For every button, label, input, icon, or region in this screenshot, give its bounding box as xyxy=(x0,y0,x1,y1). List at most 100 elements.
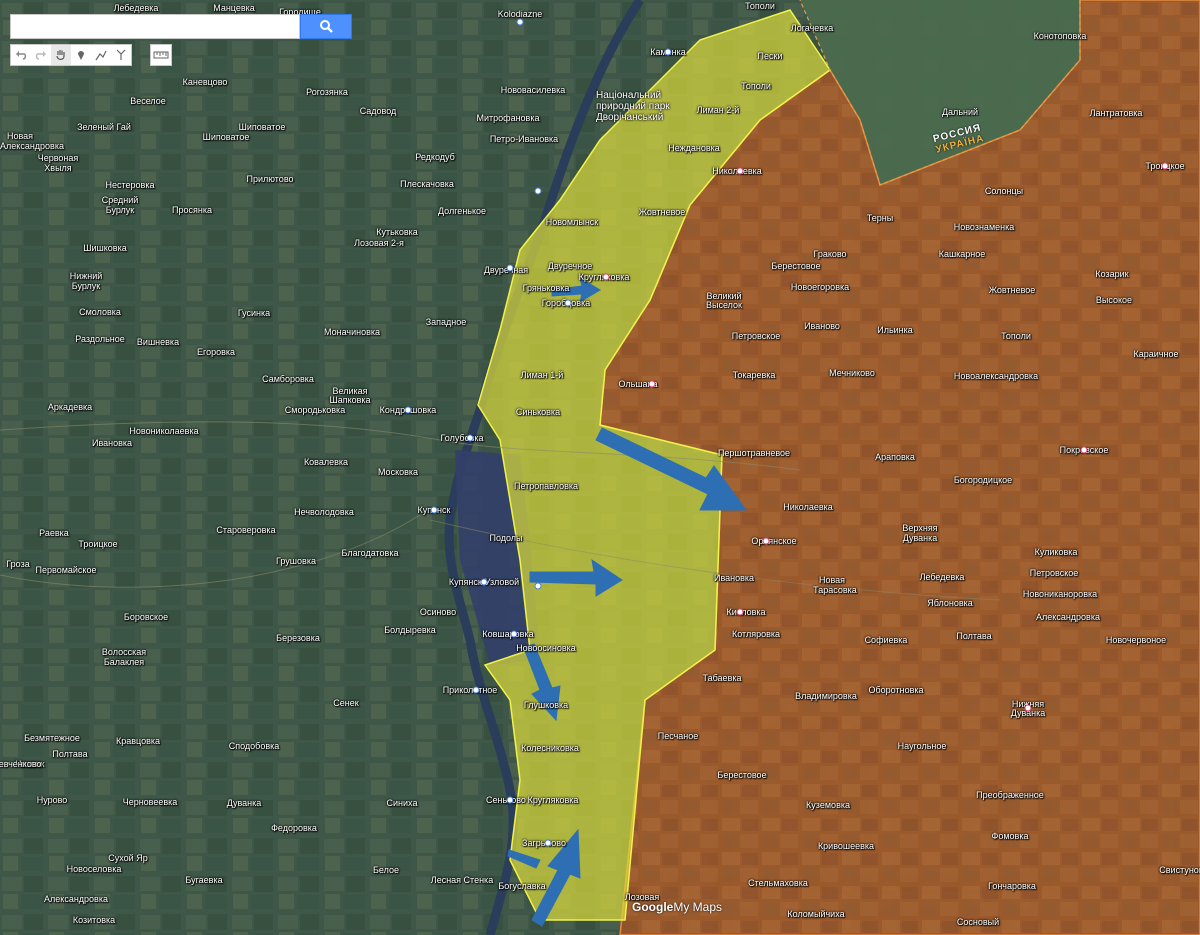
place-label[interactable]: Полтава xyxy=(956,631,991,641)
place-label[interactable]: Егоровка xyxy=(197,347,235,357)
place-label[interactable]: Кашкарное xyxy=(939,249,986,259)
place-label[interactable]: Кузeмовка xyxy=(806,800,850,810)
place-label[interactable]: Ильинка xyxy=(877,325,913,335)
place-label[interactable]: Терны xyxy=(867,213,893,223)
place-label[interactable]: Новая xyxy=(819,575,845,585)
place-label[interactable]: Просянка xyxy=(172,205,212,215)
place-label[interactable]: Новоегоровка xyxy=(791,282,849,292)
place-label[interactable]: Бурлук xyxy=(72,281,101,291)
place-pin[interactable] xyxy=(736,608,744,616)
place-label[interactable]: Богуславка xyxy=(498,881,545,891)
place-label[interactable]: Тополи xyxy=(741,81,771,91)
place-label[interactable]: Глушковка xyxy=(524,700,568,710)
add-marker-button[interactable] xyxy=(71,45,91,65)
place-label[interactable]: Нестеровка xyxy=(106,180,155,190)
place-label[interactable]: Табаевка xyxy=(703,673,742,683)
place-label[interactable]: Червоная xyxy=(38,153,79,163)
place-pin[interactable] xyxy=(762,537,770,545)
place-label[interactable]: Шапковка xyxy=(329,395,370,405)
place-label[interactable]: Первомайское xyxy=(36,565,97,575)
place-label[interactable]: Кутьковка xyxy=(376,227,418,237)
place-label[interactable]: Моначиновка xyxy=(324,327,380,337)
place-label[interactable]: Козитовка xyxy=(73,915,115,925)
place-label[interactable]: Березовка xyxy=(276,633,320,643)
place-label[interactable]: Иваново xyxy=(804,321,840,331)
place-label[interactable]: Прилютово xyxy=(246,174,293,184)
place-label[interactable]: Араповка xyxy=(875,452,915,462)
place-label[interactable]: Подолы xyxy=(489,533,522,543)
place-label[interactable]: Полтава xyxy=(52,749,87,759)
place-label[interactable]: Владимировка xyxy=(795,691,857,701)
place-label[interactable]: Сосновый xyxy=(957,917,999,927)
place-label[interactable]: Новониколаевка xyxy=(129,426,198,436)
place-label[interactable]: Петровское xyxy=(732,331,781,341)
place-label[interactable]: Kolodiazne xyxy=(498,9,543,19)
place-label[interactable]: Конотоповка xyxy=(1034,31,1087,41)
place-label[interactable]: Синьковка xyxy=(516,407,560,417)
place-label[interactable]: Тарасовка xyxy=(813,585,857,595)
place-label[interactable]: Куликовка xyxy=(1035,547,1078,557)
place-label[interactable]: Болдыревка xyxy=(384,625,436,635)
place-label[interactable]: Новая xyxy=(7,131,33,141)
place-label[interactable]: Манцевка xyxy=(213,3,255,13)
place-label[interactable]: Дуванка xyxy=(903,533,938,543)
place-label[interactable]: Митрофановка xyxy=(477,113,540,123)
draw-line-button[interactable] xyxy=(91,45,111,65)
place-label[interactable]: Пески xyxy=(758,51,783,61)
place-label[interactable]: Дуванка xyxy=(227,798,262,808)
place-label[interactable]: Нaугольное xyxy=(898,741,947,751)
place-label[interactable]: Першотравневое xyxy=(718,448,790,458)
place-label[interactable]: Караичное xyxy=(1134,349,1179,359)
place-pin[interactable] xyxy=(648,380,656,388)
place-label[interactable]: Ковшаровка xyxy=(482,629,533,639)
place-label[interactable]: Петровское xyxy=(1030,568,1079,578)
place-label[interactable]: Мечниково xyxy=(829,368,875,378)
place-label[interactable]: Грaково xyxy=(813,249,846,259)
place-label[interactable]: Редкодуб xyxy=(415,152,455,162)
place-pin[interactable] xyxy=(404,406,412,414)
place-label[interactable]: Сухой Яр xyxy=(108,853,147,863)
place-label[interactable]: Тополи xyxy=(745,1,775,11)
place-label[interactable]: Гряньковка xyxy=(523,283,570,293)
place-label[interactable]: Двуречное xyxy=(548,261,592,271)
place-label[interactable]: Каневцово xyxy=(183,77,228,87)
place-label[interactable]: Благодатовка xyxy=(342,548,399,558)
place-label[interactable]: Раевка xyxy=(39,528,69,538)
place-pin[interactable] xyxy=(664,48,672,56)
place-pin[interactable] xyxy=(564,299,572,307)
place-label[interactable]: Новочервоное xyxy=(1106,635,1166,645)
place-label[interactable]: Шиповатое xyxy=(239,122,286,132)
place-label[interactable]: Ивановка xyxy=(714,573,754,583)
place-label[interactable]: Яблоновка xyxy=(927,598,973,608)
place-pin[interactable] xyxy=(1024,704,1032,712)
place-label[interactable]: Садовод xyxy=(360,106,397,116)
place-label[interactable]: Высокое xyxy=(1096,295,1132,305)
place-label[interactable]: Берестовое xyxy=(771,261,820,271)
place-label[interactable]: Солонцы xyxy=(985,186,1023,196)
place-label[interactable]: Тополи xyxy=(1001,331,1031,341)
place-pin[interactable] xyxy=(1161,162,1169,170)
place-label[interactable]: Долгенькое xyxy=(438,206,486,216)
place-label[interactable]: Нововасилевка xyxy=(501,85,566,95)
search-input[interactable] xyxy=(10,14,300,39)
place-label[interactable]: Лиман 1-й xyxy=(521,370,564,380)
place-label[interactable]: Синиха xyxy=(387,798,418,808)
place-label[interactable]: Боровское xyxy=(124,612,168,622)
place-label[interactable]: Фомовка xyxy=(992,831,1029,841)
place-pin[interactable] xyxy=(466,434,474,442)
place-label[interactable]: Хвыля xyxy=(44,163,71,173)
place-label[interactable]: Богородицкое xyxy=(954,475,1012,485)
place-label[interactable]: Жовтневое xyxy=(989,285,1036,295)
place-label[interactable]: Нечволодовка xyxy=(294,507,354,517)
place-label[interactable]: Лесная Стенка xyxy=(431,875,493,885)
place-pin[interactable] xyxy=(480,578,488,586)
search-button[interactable] xyxy=(300,14,352,39)
place-label[interactable]: Шиповатое xyxy=(203,132,250,142)
place-label[interactable]: Гончаровка xyxy=(988,881,1036,891)
place-label[interactable]: Грушовка xyxy=(276,556,316,566)
place-label[interactable]: Стельмаховка xyxy=(748,878,808,888)
place-pin[interactable] xyxy=(516,18,524,26)
place-label[interactable]: Неждановка xyxy=(668,143,720,153)
place-label[interactable]: Грoза xyxy=(6,559,30,569)
place-label[interactable]: Новониканоровка xyxy=(1023,589,1097,599)
